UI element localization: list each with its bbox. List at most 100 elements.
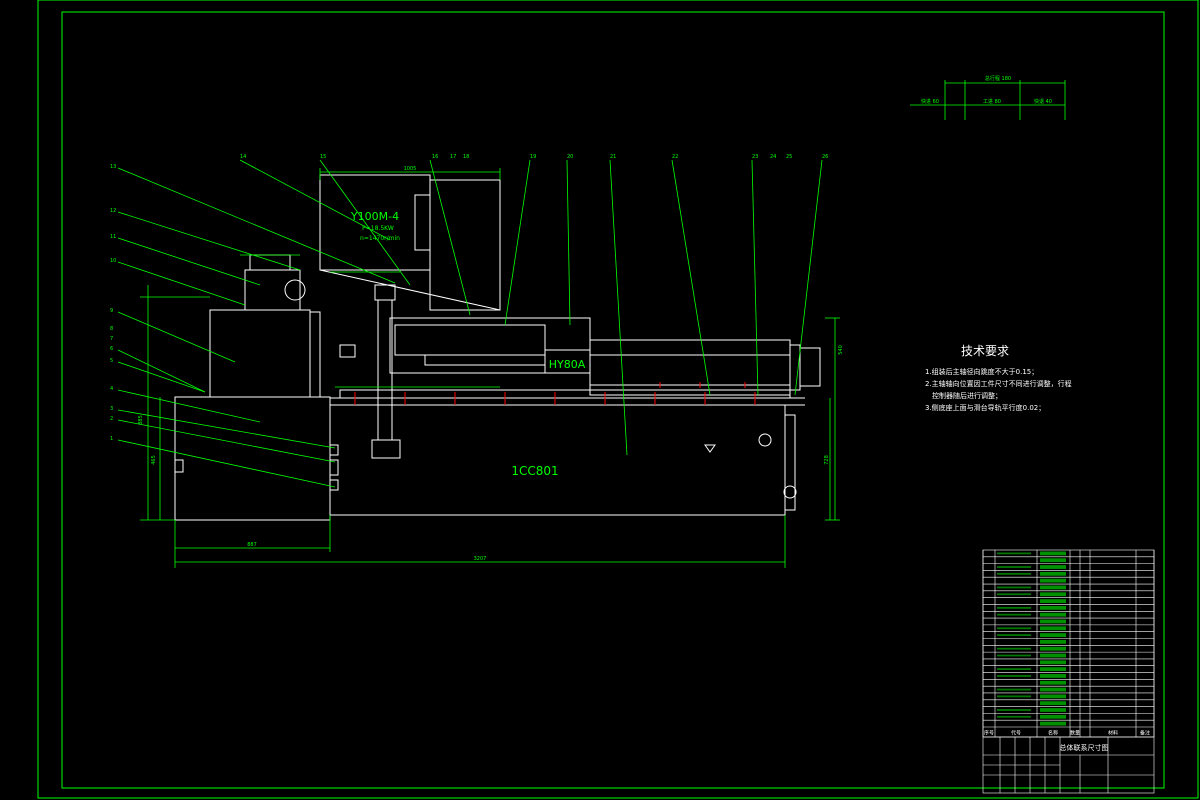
callout-24: 24 xyxy=(770,154,776,160)
bom-header-cell: 代号 xyxy=(1011,730,1021,737)
bom-name-cell xyxy=(1040,653,1066,658)
slide-unit-label: HY80A xyxy=(549,358,586,371)
bom-header-row: 序号 代号 名称 数量 材料 备注 xyxy=(984,730,1150,737)
callout-25: 25 xyxy=(786,154,792,160)
drawing-canvas: 总行程 180 快进 60 工进 80 快退 40 12345678910111… xyxy=(37,0,1199,799)
callout-21: 21 xyxy=(610,154,616,160)
bom-name-cell xyxy=(1040,701,1066,706)
bom-name-cell xyxy=(1040,660,1066,665)
bom-table xyxy=(982,549,1155,738)
bom-header-cell: 材料 xyxy=(1108,730,1118,737)
bom-code-cell xyxy=(997,668,1031,671)
callout-13: 13 xyxy=(110,164,116,170)
callout-14: 14 xyxy=(240,154,246,160)
callout-6: 6 xyxy=(110,346,113,352)
bom-name-cell xyxy=(1040,687,1066,692)
bom-name-cell xyxy=(1040,619,1066,624)
bom-name-cell xyxy=(1040,633,1066,637)
inner-border xyxy=(61,11,1165,789)
callout-20: 20 xyxy=(567,154,573,160)
bom-code-cell xyxy=(997,566,1031,568)
dim-base-height: 465 xyxy=(151,455,157,465)
bom-code-cell xyxy=(997,715,1031,718)
dimension-lines xyxy=(140,168,840,568)
callout-12: 12 xyxy=(110,208,116,214)
bom-name-cell xyxy=(1040,612,1066,617)
callout-numbers: 1234567891011121314 15 16 17 18 19 20 21 22 23 24 2… xyxy=(110,154,828,442)
bom-code-cell xyxy=(997,606,1031,609)
bom-name-cell xyxy=(1040,578,1066,583)
bom-header-cell: 序号 xyxy=(984,730,994,737)
bom-name-cell xyxy=(1040,708,1066,712)
bom-code-cell xyxy=(997,627,1031,630)
dim-rapid-return: 快退 40 xyxy=(1034,98,1052,105)
spindle-head xyxy=(244,269,301,311)
left-base xyxy=(174,396,331,521)
bom-name-cell xyxy=(1040,585,1066,590)
bom-name-cell xyxy=(1040,646,1066,651)
main-bed xyxy=(329,404,786,516)
callout-9: 9 xyxy=(110,308,113,314)
bom-name-cell xyxy=(1040,558,1066,563)
tech-req-4: 3.侧底座上面与滑台导轨平行度0.02； xyxy=(925,403,1045,412)
callout-8: 8 xyxy=(110,326,113,332)
motor-speed: n=1470r/min xyxy=(360,235,400,242)
callout-10: 10 xyxy=(110,258,116,264)
callout-18: 18 xyxy=(463,154,469,160)
dim-top-span: 1005 xyxy=(404,166,417,172)
bom-code-cell xyxy=(997,593,1031,596)
bom-code-cell xyxy=(997,654,1031,657)
bom-name-cell xyxy=(1040,721,1066,726)
bom-name-cell xyxy=(1040,640,1066,644)
outer-border xyxy=(37,0,1199,799)
callout-2: 2 xyxy=(110,416,113,422)
left-gearbox xyxy=(209,309,311,398)
leader-lines xyxy=(117,159,823,488)
bom-name-cell xyxy=(1040,714,1066,719)
callout-7: 7 xyxy=(110,336,113,342)
bom-name-cell xyxy=(1040,674,1066,678)
bom-header-cell: 名称 xyxy=(1048,730,1058,737)
motor-power: P=18.5KW xyxy=(362,225,394,232)
bom-name-cell xyxy=(1040,626,1066,631)
dim-left-base-length: 887 xyxy=(247,542,257,548)
dim-rapid-advance: 快进 60 xyxy=(921,98,939,105)
tech-req-1: 1.组装后主轴径向跳度不大于0.15； xyxy=(925,367,1038,376)
bom-header-cell: 数量 xyxy=(1070,730,1080,737)
callout-17: 17 xyxy=(450,154,456,160)
bom-name-cell xyxy=(1040,599,1066,603)
bom-header-cell: 备注 xyxy=(1140,730,1150,737)
bom-name-cell xyxy=(1040,551,1066,556)
bom-name-cell xyxy=(1040,680,1066,685)
tech-req-2: 2.主轴轴向位置因工件尺寸不同进行调整，行程 xyxy=(925,379,1072,388)
tech-req-3: 控制器随后进行调整； xyxy=(932,391,1002,400)
callout-11: 11 xyxy=(110,234,116,240)
bom-name-cell xyxy=(1040,694,1066,699)
tech-requirements-title: 技术要求 xyxy=(961,344,1009,358)
drawing-title: 总体联系尺寸图 xyxy=(1060,743,1109,752)
callout-26: 26 xyxy=(822,154,828,160)
bom-name-cell xyxy=(1040,565,1066,569)
bom-name-cell xyxy=(1040,592,1066,597)
callout-16: 16 xyxy=(432,154,438,160)
base-label: 1CC801 xyxy=(511,464,558,478)
bom-code-cell xyxy=(997,613,1031,616)
bom-code-cell xyxy=(997,695,1031,698)
bom-code-cell xyxy=(997,709,1031,711)
bom-code-cell xyxy=(997,634,1031,636)
callout-5: 5 xyxy=(110,358,113,364)
motor-model: Y100M-4 xyxy=(350,210,399,223)
callout-15: 15 xyxy=(320,154,326,160)
machine-outline xyxy=(174,174,821,521)
bom-code-cell xyxy=(997,552,1031,555)
bom-code-cell xyxy=(997,688,1031,691)
bom-name-cell xyxy=(1040,667,1066,672)
callout-23: 23 xyxy=(752,154,758,160)
bom-code-cell xyxy=(997,586,1031,589)
callout-1: 1 xyxy=(110,436,113,442)
bom-code-cell xyxy=(997,647,1031,650)
bom-name-cell xyxy=(1040,605,1066,610)
long-rail xyxy=(589,339,791,396)
dim-work-feed: 工进 80 xyxy=(983,98,1001,105)
bom-code-cell xyxy=(997,572,1031,575)
